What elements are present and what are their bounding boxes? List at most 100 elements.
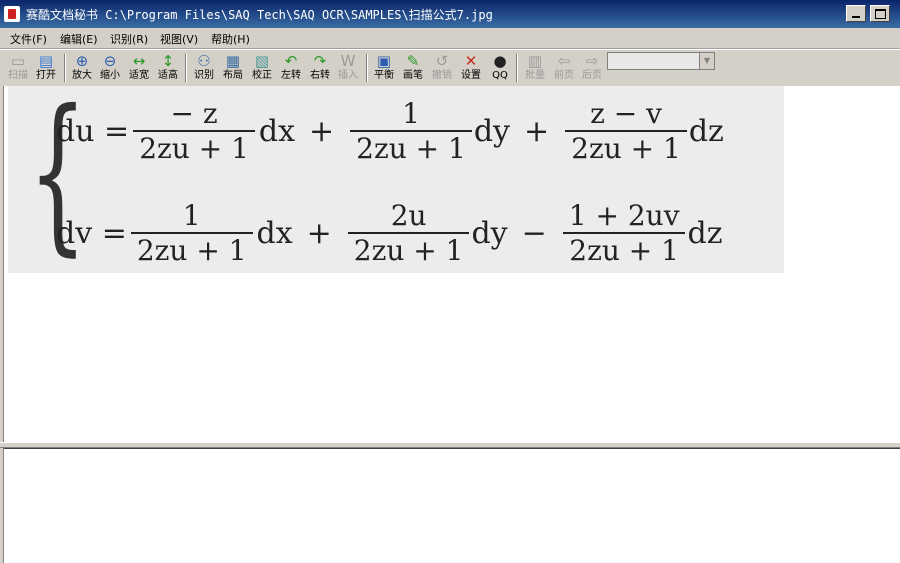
layout-icon: ▦	[225, 52, 241, 70]
toolbar-separator	[185, 54, 187, 82]
rotate-right-button[interactable]: ↷ 右转	[306, 51, 334, 85]
app-name: 赛酷文档秘书	[26, 8, 99, 22]
denominator: 2zu + 1	[133, 130, 255, 165]
prev-page-button[interactable]: ⇦ 前页	[550, 51, 578, 85]
qq-button[interactable]: ● QQ	[486, 51, 514, 85]
numerator: − z	[170, 97, 218, 130]
zoom-out-label: 缩小	[100, 70, 120, 81]
differential: dz	[688, 113, 724, 149]
deskew-icon: ▧	[254, 52, 270, 70]
denominator: 2zu + 1	[347, 232, 470, 267]
vertical-arrows-icon: ↕	[161, 52, 175, 70]
operator: +	[524, 113, 550, 149]
undo-icon: ↺	[435, 52, 449, 70]
undo-button[interactable]: ↺ 撤销	[428, 51, 456, 85]
open-label: 打开	[36, 70, 56, 81]
settings-label: 设置	[461, 70, 481, 81]
rotate-right-icon: ↷	[313, 52, 327, 70]
page-select[interactable]: ▼	[607, 52, 715, 70]
arrow-right-icon: ⇨	[585, 52, 599, 70]
zoom-in-label: 放大	[72, 70, 92, 81]
fit-width-label: 适宽	[129, 70, 149, 81]
fraction: 1 + 2uv 2zu + 1	[563, 199, 686, 267]
app-icon[interactable]	[4, 6, 20, 22]
prev-page-label: 前页	[554, 70, 574, 81]
brush-label: 画笔	[403, 70, 423, 81]
pencil-icon: ✎	[406, 52, 420, 70]
restore-button[interactable]	[870, 5, 890, 22]
formula-line-1: du = − z 2zu + 1 dx + 1 2zu + 1 dy + z −…	[56, 92, 724, 170]
title-bar: 赛酷文档秘书 C:\Program Files\SAQ Tech\SAQ OCR…	[0, 0, 900, 28]
rotate-left-label: 左转	[281, 70, 301, 81]
fraction: 2u 2zu + 1	[347, 199, 470, 267]
qq-label: QQ	[492, 70, 508, 81]
insert-button[interactable]: W 插入	[334, 51, 362, 85]
differential: dx	[258, 113, 296, 149]
toolbar: ▭ 扫描 ▤ 打开 ⊕ 放大 ⊖ 缩小 ↔ 适宽 ↕ 适高 ⚇ 识别 ▦ 布局 …	[0, 49, 900, 87]
denominator: 2zu + 1	[565, 130, 687, 165]
undo-label: 撤销	[432, 70, 452, 81]
recognition-result-pane[interactable]	[4, 448, 900, 563]
numerator: 2u	[390, 199, 427, 232]
arrow-left-icon: ⇦	[557, 52, 571, 70]
open-button[interactable]: ▤ 打开	[32, 51, 60, 85]
scanned-formula-image: { du = − z 2zu + 1 dx + 1 2zu + 1 dy + z…	[8, 86, 784, 273]
minimize-button[interactable]	[846, 5, 866, 22]
brush-button[interactable]: ✎ 画笔	[399, 51, 427, 85]
correct-label: 校正	[252, 70, 272, 81]
numerator: 1	[182, 199, 201, 232]
toolbar-separator	[516, 54, 518, 82]
fit-height-label: 适高	[158, 70, 178, 81]
layout-label: 布局	[223, 70, 243, 81]
file-path: C:\Program Files\SAQ Tech\SAQ OCR\SAMPLE…	[105, 8, 493, 22]
menu-file[interactable]: 文件(F)	[10, 31, 47, 47]
scan-button[interactable]: ▭ 扫描	[4, 51, 32, 85]
numerator: 1	[402, 97, 420, 130]
qq-penguin-icon: ●	[493, 52, 507, 70]
window-title: 赛酷文档秘书 C:\Program Files\SAQ Tech\SAQ OCR…	[26, 6, 493, 23]
next-page-label: 后页	[582, 70, 602, 81]
formula-line-2: dv = 1 2zu + 1 dx + 2u 2zu + 1 dy − 1 + …	[56, 194, 723, 272]
balance-icon: ▣	[376, 52, 392, 70]
scan-label: 扫描	[8, 70, 28, 81]
balance-label: 平衡	[374, 70, 394, 81]
chevron-down-icon[interactable]: ▼	[699, 53, 714, 69]
operator: +	[306, 215, 332, 251]
zoom-in-button[interactable]: ⊕ 放大	[68, 51, 96, 85]
fraction: z − v 2zu + 1	[565, 97, 687, 165]
zoom-out-icon: ⊖	[103, 52, 117, 70]
differential: dy	[473, 113, 510, 149]
image-view-pane[interactable]: { du = − z 2zu + 1 dx + 1 2zu + 1 dy + z…	[4, 86, 900, 442]
fit-width-button[interactable]: ↔ 适宽	[125, 51, 153, 85]
correct-button[interactable]: ▧ 校正	[248, 51, 276, 85]
menu-edit[interactable]: 编辑(E)	[60, 31, 98, 47]
fraction: 1 2zu + 1	[350, 97, 472, 165]
zoom-out-button[interactable]: ⊖ 缩小	[96, 51, 124, 85]
settings-button[interactable]: ✕ 设置	[457, 51, 485, 85]
denominator: 2zu + 1	[563, 232, 685, 267]
balance-button[interactable]: ▣ 平衡	[370, 51, 398, 85]
recognize-button[interactable]: ⚇ 识别	[190, 51, 218, 85]
differential: dz	[687, 215, 723, 251]
batch-button[interactable]: ▥ 批量	[521, 51, 549, 85]
scanner-icon: ▭	[10, 52, 26, 70]
differential: dy	[471, 215, 508, 251]
operator: −	[521, 215, 547, 251]
recognize-label: 识别	[194, 70, 214, 81]
operator: +	[309, 113, 335, 149]
toolbar-separator	[366, 54, 368, 82]
layout-button[interactable]: ▦ 布局	[219, 51, 247, 85]
denominator: 2zu + 1	[350, 130, 472, 165]
menu-view[interactable]: 视图(V)	[160, 31, 198, 47]
menu-recognize[interactable]: 识别(R)	[110, 31, 148, 47]
horizontal-arrows-icon: ↔	[132, 52, 146, 70]
fit-height-button[interactable]: ↕ 适高	[154, 51, 182, 85]
rotate-left-button[interactable]: ↶ 左转	[277, 51, 305, 85]
next-page-button[interactable]: ⇨ 后页	[578, 51, 606, 85]
menu-help[interactable]: 帮助(H)	[211, 31, 250, 47]
batch-label: 批量	[525, 70, 545, 81]
denominator: 2zu + 1	[130, 232, 253, 267]
differential: dx	[256, 215, 293, 251]
menu-bar: 文件(F) 编辑(E) 识别(R) 视图(V) 帮助(H)	[0, 28, 900, 49]
lhs: dv =	[56, 215, 127, 251]
